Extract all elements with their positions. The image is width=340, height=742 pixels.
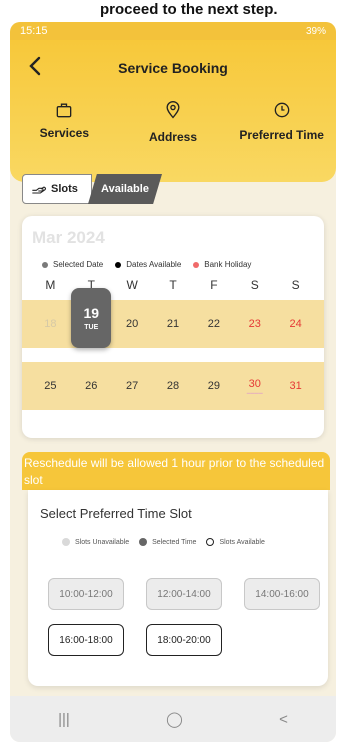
recents-button[interactable]: ||| (58, 711, 70, 728)
system-nav-bar: ||| ◯ < (10, 696, 336, 742)
calendar-legend: Selected Date Dates Available Bank Holid… (42, 260, 314, 269)
home-button[interactable]: ◯ (166, 710, 183, 728)
tab-label-address: Address (148, 130, 198, 144)
calendar-day[interactable]: 28 (153, 362, 194, 410)
reschedule-notice: Reschedule will be allowed 1 hour prior … (22, 452, 330, 490)
selected-date-number: 19 (83, 305, 100, 321)
selected-date-dot (42, 261, 48, 268)
legend-label: Slots Available (219, 538, 265, 546)
slots-available-toggle[interactable]: Slots Available (22, 174, 162, 204)
weekday-label: S (291, 278, 300, 292)
slots-pill-left: Slots (22, 174, 92, 204)
calendar-month: Mar 2024 (32, 228, 105, 247)
briefcase-icon (56, 103, 72, 118)
bank-holiday-dot (193, 261, 200, 268)
tab-address[interactable]: Address (119, 100, 228, 144)
calendar-day[interactable]: 22 (193, 300, 234, 348)
slots-label: Slots (51, 183, 78, 195)
status-bar: 15:15 39% (10, 22, 336, 40)
time-slot-card: Select Preferred Time Slot Slots Unavail… (28, 490, 328, 686)
legend-bank-holiday: Bank Holiday (193, 260, 251, 269)
tab-preferred-time[interactable]: Preferred Time (227, 100, 336, 144)
legend-slots-available: Slots Available (206, 538, 265, 546)
selected-date-box: 19 TUE (71, 288, 112, 348)
tab-services[interactable]: Services (10, 100, 119, 144)
weekday-label: S (250, 278, 259, 292)
calendar-day[interactable]: 21 (153, 300, 194, 348)
clock-icon (274, 102, 290, 118)
holiday-marker: ▬▬▬▬ (246, 389, 263, 395)
time-slot-unavailable: 12:00-14:00 (146, 578, 222, 610)
booking-steps: Services Address Preferred Time (10, 100, 336, 144)
legend-label: Selected Date (53, 260, 104, 269)
unavailable-dot (62, 538, 70, 546)
time-slot-unavailable: 10:00-12:00 (48, 578, 124, 610)
calendar-day[interactable]: 27 (112, 362, 153, 410)
tab-label-services: Services (39, 126, 90, 140)
selected-time-dot (139, 538, 148, 546)
top-strip: proceed to the next step. (0, 0, 340, 22)
time-slot-title: Select Preferred Time Slot (40, 506, 192, 521)
calendar-day[interactable]: 26 (71, 362, 112, 410)
legend-label: Slots Unavailable (75, 538, 130, 546)
calendar-day[interactable]: 25 (30, 362, 71, 410)
available-label: Available (88, 174, 162, 204)
back-button[interactable]: < (279, 711, 288, 728)
calendar-week-row: 18 19 TUE 20 21 22 23 24 (22, 288, 324, 348)
legend-label: Dates Available (126, 260, 182, 269)
weekday-label: T (169, 278, 177, 292)
selected-date-weekday: TUE (84, 324, 99, 331)
location-pin-icon (166, 101, 180, 119)
calendar-day-holiday: 31 (289, 380, 302, 392)
time-slot-unavailable: 14:00-16:00 (244, 578, 320, 610)
legend-label: Bank Holiday (204, 260, 252, 269)
legend-dates-available: Dates Available (115, 260, 181, 269)
legend-label: Selected Time (152, 538, 197, 546)
app-header: Service Booking Services Address Preferr… (10, 40, 336, 182)
calendar-day[interactable]: 29 (193, 362, 234, 410)
calendar-day-holiday: 30 ▬▬▬▬ (234, 362, 275, 410)
time-slot-available[interactable]: 18:00-20:00 (146, 624, 222, 656)
weekday-label: F (210, 278, 218, 292)
legend-selected-time: Selected Time (139, 538, 196, 546)
battery-level: 39% (305, 25, 326, 37)
calendar-day[interactable]: 20 (112, 300, 153, 348)
top-strip-text: proceed to the next step. (100, 1, 278, 18)
time-slot-available[interactable]: 16:00-18:00 (48, 624, 124, 656)
calendar-card: Mar 2024 Selected Date Dates Available B… (22, 216, 324, 438)
legend-slots-unavailable: Slots Unavailable (62, 538, 129, 546)
calendar-week-row: 25 26 27 28 29 30 ▬▬▬▬ 31 (22, 362, 324, 410)
dates-available-dot (115, 261, 122, 268)
page-title: Service Booking (118, 60, 228, 76)
legend-selected-date: Selected Date (42, 260, 103, 269)
time-slot-legend: Slots Unavailable Selected Time Slots Av… (62, 538, 265, 546)
weekday-label: M (45, 278, 56, 292)
tab-label-preferred-time: Preferred Time (239, 128, 324, 142)
calendar-day: 18 (44, 318, 57, 330)
weekday-label: W (126, 278, 138, 292)
available-ring (206, 538, 215, 546)
holiday-day-number: 30 (248, 377, 261, 390)
calendar-day-selected[interactable]: 19 TUE (71, 288, 112, 348)
calendar-day-holiday: 23 (248, 318, 261, 330)
status-time: 15:15 (20, 25, 48, 37)
hand-icon (32, 186, 46, 194)
phone-screen: 15:15 39% Service Booking Services Addre… (10, 22, 336, 742)
calendar-day-holiday: 24 (289, 318, 302, 330)
